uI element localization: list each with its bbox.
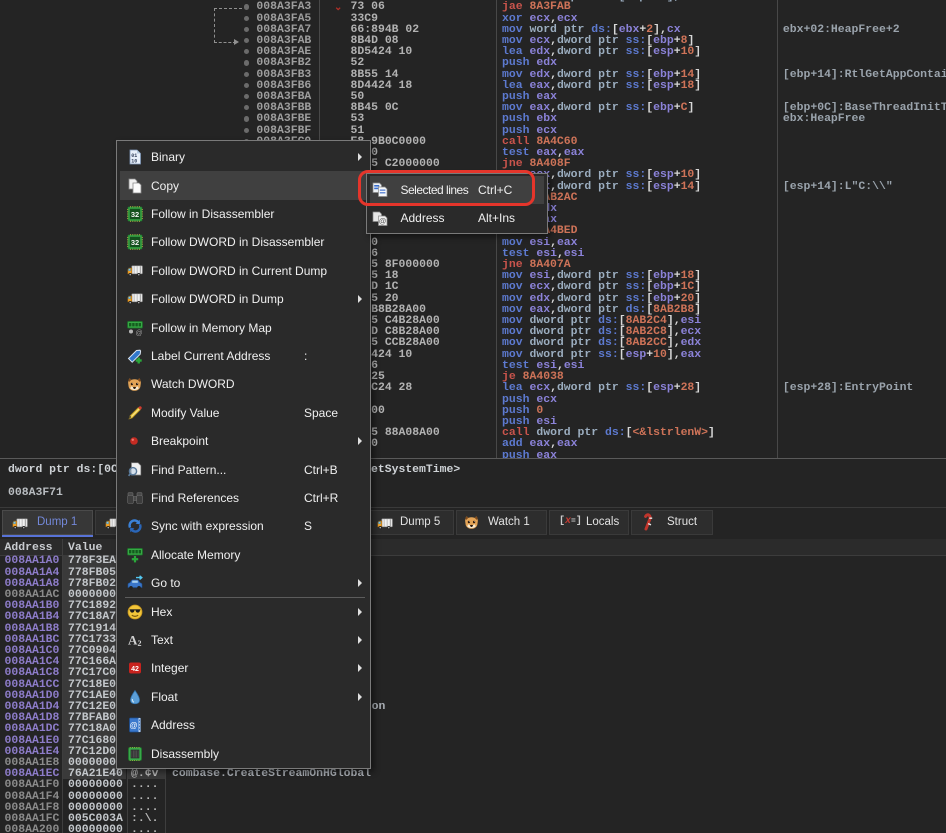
- svg-text:A: A: [128, 633, 138, 648]
- svg-text:32: 32: [130, 238, 138, 247]
- svg-text:@: @: [379, 216, 387, 225]
- svg-text:42: 42: [131, 666, 139, 673]
- svg-text:32: 32: [130, 210, 138, 219]
- svg-text:@: @: [135, 330, 142, 336]
- svg-text:@: @: [129, 721, 137, 730]
- svg-text:10: 10: [131, 159, 137, 165]
- svg-text:2: 2: [137, 639, 141, 648]
